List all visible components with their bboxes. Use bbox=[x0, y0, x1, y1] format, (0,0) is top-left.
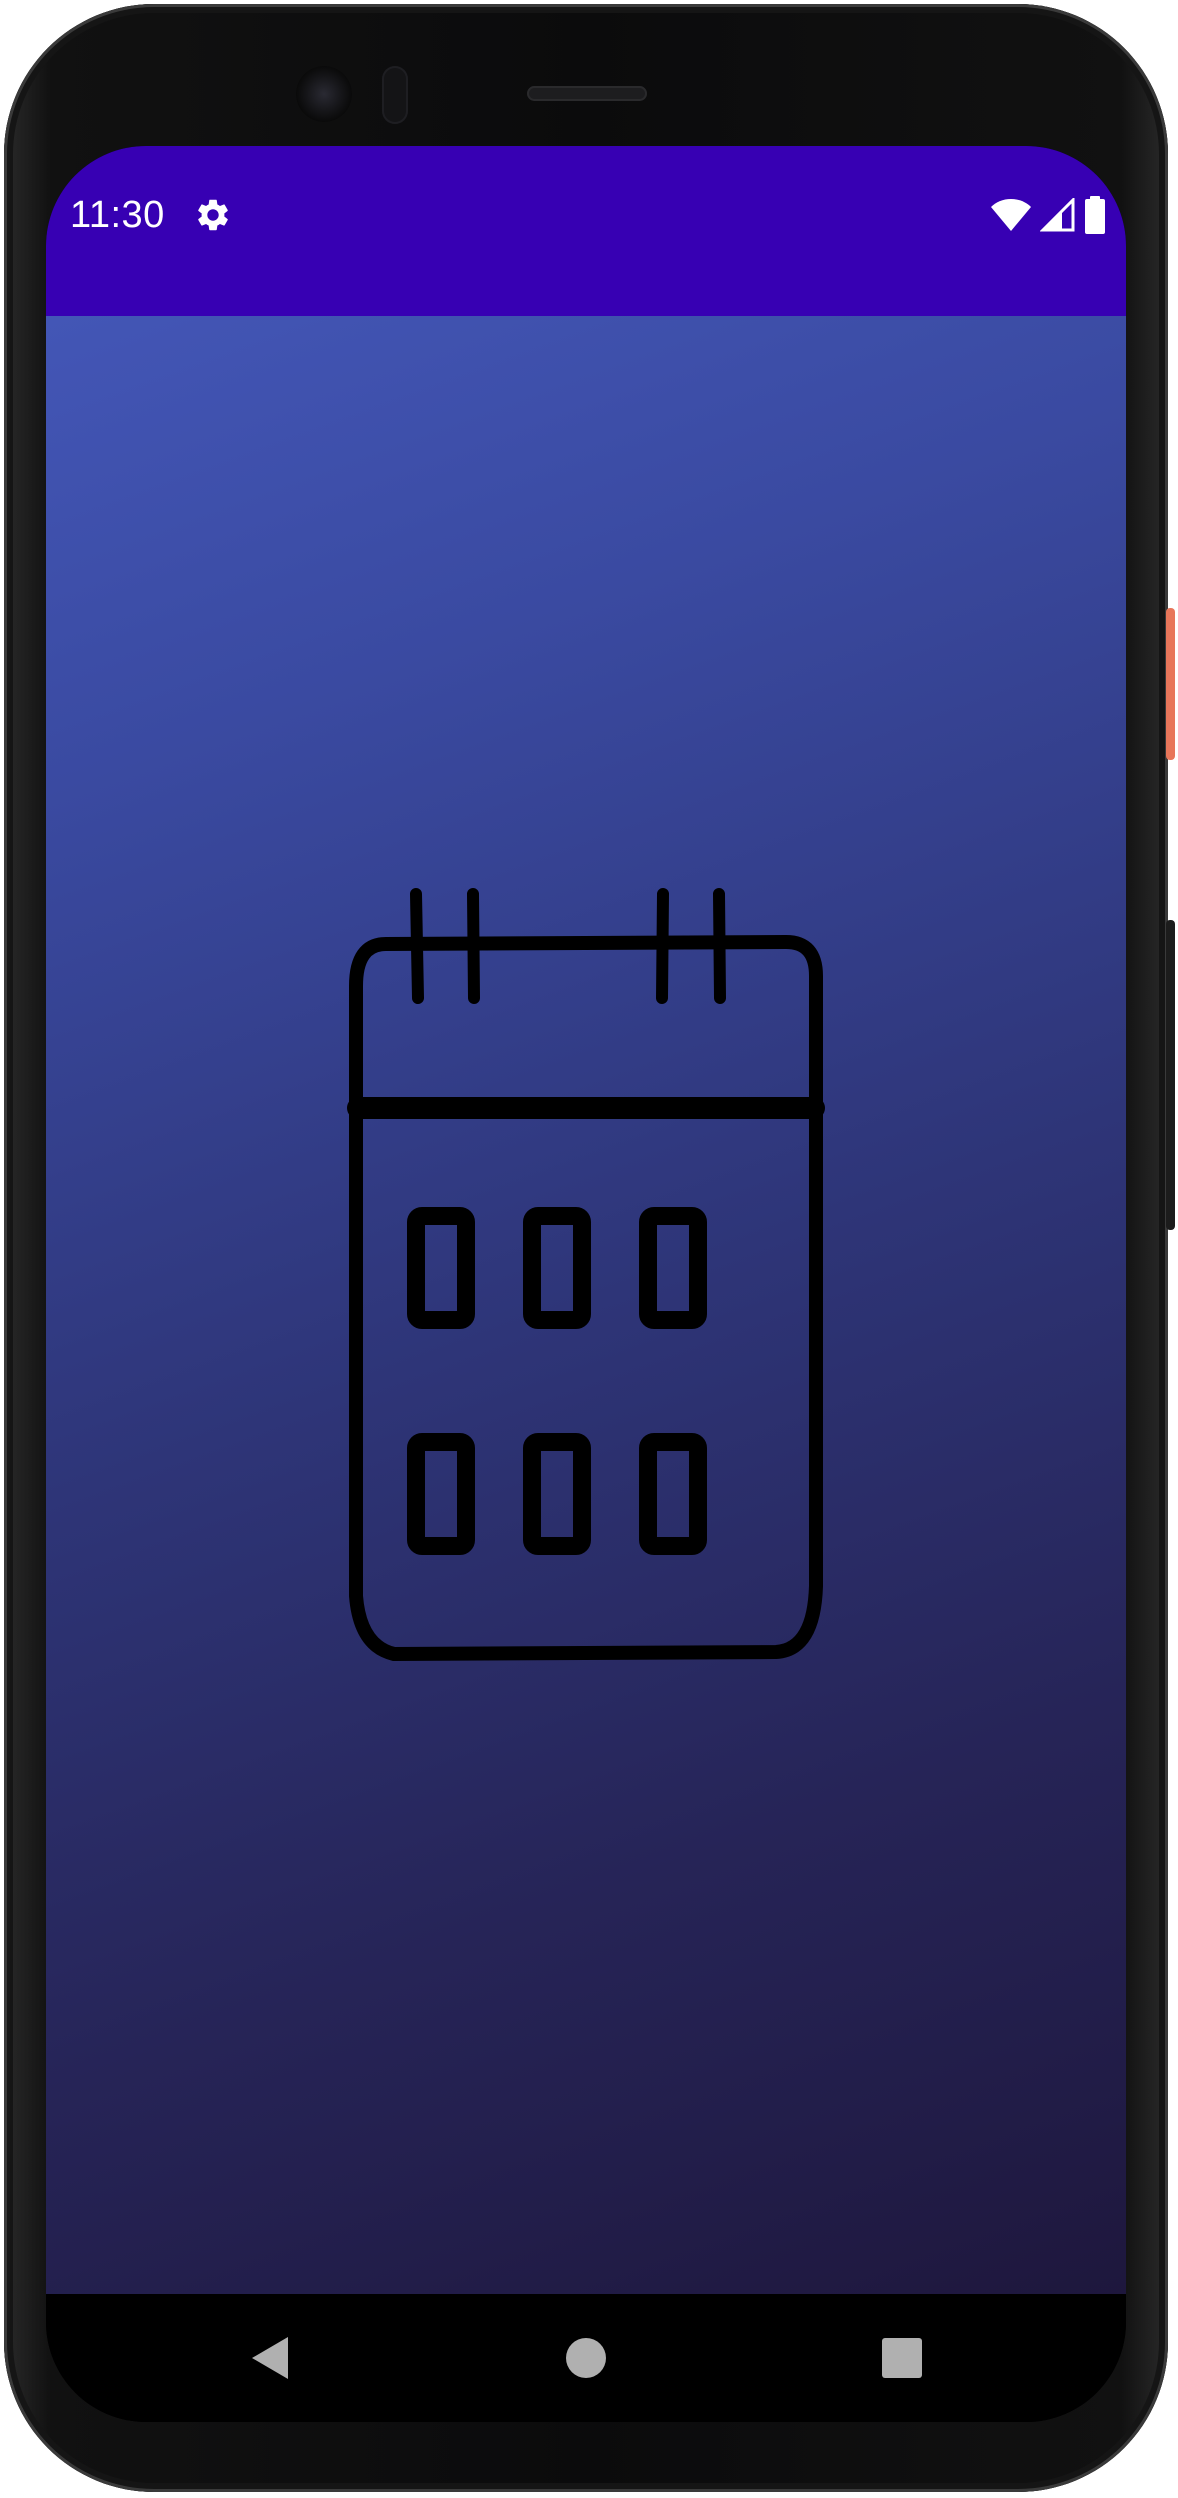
front-camera bbox=[296, 66, 352, 122]
status-bar: 11:30 bbox=[46, 146, 1126, 316]
navigation-bar bbox=[46, 2294, 1126, 2422]
screen: 11:30 bbox=[46, 146, 1126, 2422]
cell-signal-icon bbox=[1040, 198, 1075, 232]
battery-icon bbox=[1085, 196, 1105, 234]
back-triangle-icon bbox=[252, 2337, 288, 2379]
power-button[interactable] bbox=[1166, 608, 1175, 760]
calendar-icon bbox=[347, 888, 825, 1661]
recents-square-icon bbox=[882, 2338, 922, 2378]
earpiece-speaker bbox=[527, 86, 647, 101]
home-button[interactable] bbox=[544, 2316, 628, 2400]
home-circle-icon bbox=[566, 2338, 606, 2378]
recents-button[interactable] bbox=[860, 2316, 944, 2400]
back-button[interactable] bbox=[228, 2316, 312, 2400]
status-time: 11:30 bbox=[70, 194, 165, 236]
wifi-icon bbox=[991, 199, 1031, 231]
status-icons bbox=[990, 196, 1106, 234]
gear-icon bbox=[198, 199, 228, 231]
volume-button[interactable] bbox=[1166, 920, 1175, 1230]
splash-content bbox=[46, 316, 1126, 2294]
proximity-sensor bbox=[382, 66, 408, 124]
